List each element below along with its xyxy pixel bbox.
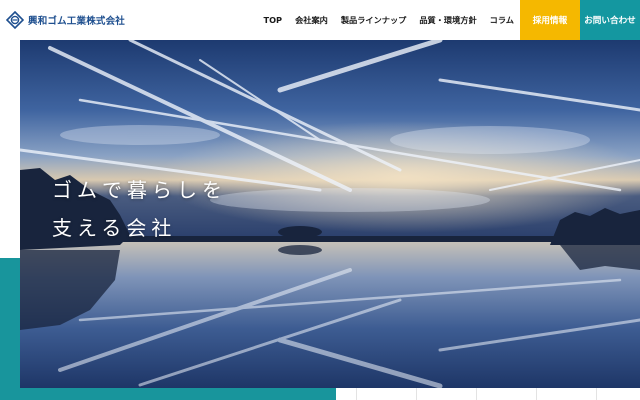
nav-item-company[interactable]: 会社案内 [295,14,328,26]
recruit-button[interactable]: 採用情報 [520,0,580,40]
nav-item-top[interactable]: TOP [264,15,283,25]
site-logo[interactable]: 興和ゴム工業株式会社 [6,10,125,30]
nav-item-column[interactable]: コラム [490,14,514,26]
bottom-strip-dividers [356,388,597,400]
hero-line-2: 支える会社 [52,216,177,240]
company-logo-mark-icon [6,11,24,29]
global-nav: TOP 会社案内 製品ラインナップ 品質・環境方針 コラム [264,0,514,40]
nav-item-quality-environment[interactable]: 品質・環境方針 [419,14,476,26]
nav-item-products[interactable]: 製品ラインナップ [341,14,407,26]
hero-line-1: ゴムで暮らしを [52,178,227,202]
hero-catchphrase: ゴムで暮らしを 支える会社 [52,180,227,238]
contact-button[interactable]: お問い合わせ [580,0,640,40]
hero-section: ゴムで暮らしを 支える会社 [20,40,640,388]
company-name: 興和ゴム工業株式会社 [28,16,126,27]
site-header: 興和ゴム工業株式会社 TOP 会社案内 製品ラインナップ 品質・環境方針 コラム… [0,0,640,40]
